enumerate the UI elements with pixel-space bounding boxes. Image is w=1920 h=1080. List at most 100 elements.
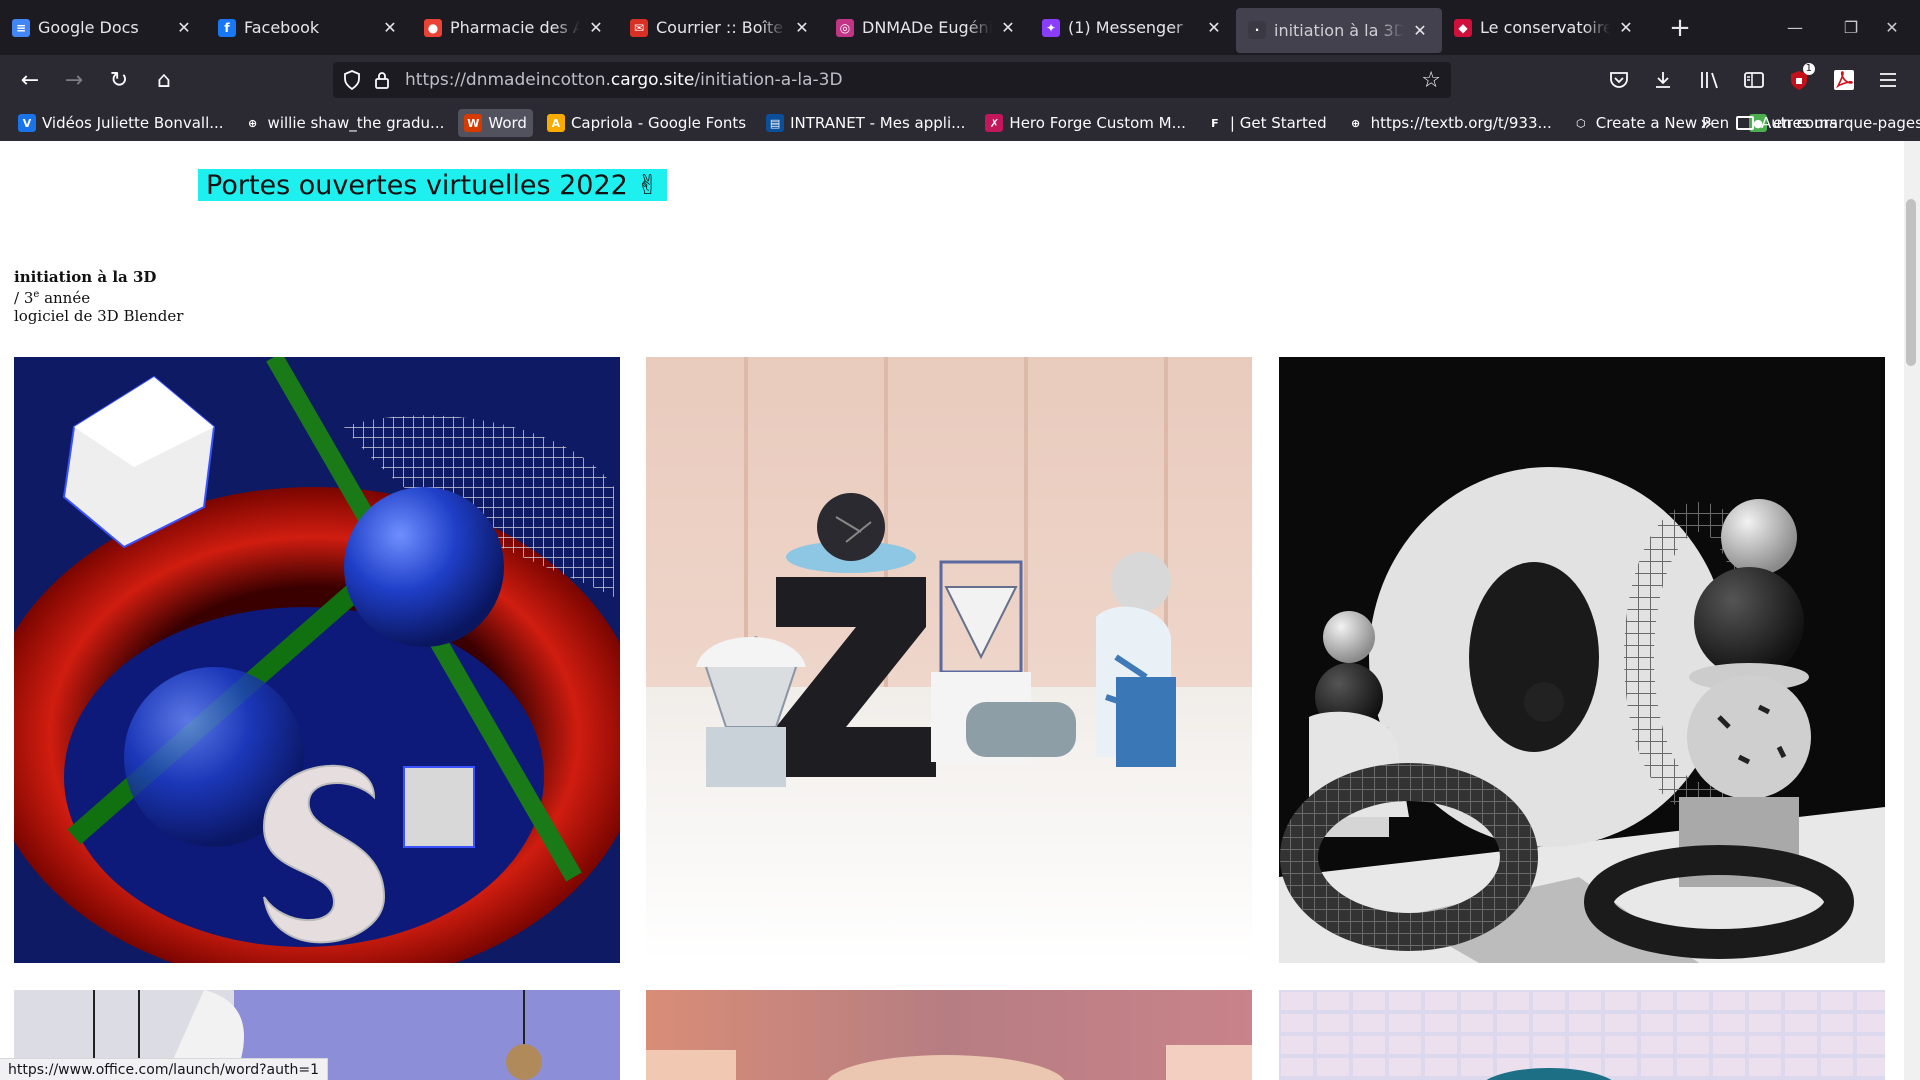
- bookmark-1[interactable]: V Vidéos Juliette Bonvall...: [12, 109, 230, 137]
- gallery-image-5[interactable]: [646, 990, 1252, 1080]
- tab-8[interactable]: ◆ Le conservatoire à Montreuil ✕: [1442, 0, 1648, 55]
- project-software: logiciel de 3D Blender: [14, 307, 184, 325]
- f-letter-icon: F: [1211, 116, 1219, 130]
- conservatoire-icon: ◆: [1454, 18, 1472, 37]
- tab-label: initiation à la 3D - dnmade: [1274, 20, 1404, 40]
- hero-forge-icon: ✗: [985, 114, 1004, 132]
- globe-icon: ⊕: [1351, 116, 1361, 130]
- tab-5[interactable]: ◎ DNMADe Eugénie Cotton ✕: [824, 0, 1030, 55]
- gallery-image-letter-z[interactable]: [646, 357, 1252, 963]
- gallery-image-letter-o[interactable]: [1279, 357, 1885, 963]
- office-icon: W: [464, 114, 483, 132]
- project-info: initiation à la 3D / 3e année logiciel d…: [14, 268, 183, 325]
- page-banner[interactable]: Portes ouvertes virtuelles 2022 ✌: [198, 169, 668, 201]
- project-year-suffix: année: [39, 289, 91, 307]
- link-status-bar: https://www.office.com/launch/word?auth=…: [0, 1058, 328, 1080]
- google-fonts-icon: A: [546, 114, 565, 132]
- cargo-icon: ·: [1248, 21, 1266, 39]
- browser-window: ≡ Google Docs ✕ f Facebook ✕ ● Pharmacie des Ar…: [0, 0, 1920, 1080]
- status-url: https://www.office.com/launch/word?auth=…: [8, 1061, 319, 1078]
- url-prefix: https://dnmadeincotton.: [405, 70, 611, 90]
- tab-4[interactable]: ✉ Courrier :: Boîte de réception ✕: [618, 0, 824, 55]
- tab-strip: ≡ Google Docs ✕ f Facebook ✕ ● Pharmacie des Ar…: [0, 0, 1920, 55]
- gallery-image-6[interactable]: [1279, 990, 1885, 1080]
- tab-close-icon[interactable]: ✕: [1204, 18, 1224, 37]
- bookmark-6[interactable]: ✗ Hero Forge Custom M...: [979, 109, 1191, 137]
- other-bookmarks-label: Autres marque-pages: [1761, 114, 1920, 132]
- bookmarks-overflow-chevron-icon[interactable]: »: [1700, 105, 1712, 141]
- tab-7[interactable]: · initiation à la 3D - dnmade ✕: [1236, 7, 1442, 53]
- bookmark-8[interactable]: ⊕ https://textb.org/t/933...: [1341, 109, 1558, 137]
- instagram-icon: ◎: [836, 18, 854, 37]
- folder-icon: [1736, 116, 1754, 130]
- tab-6[interactable]: ✦ (1) Messenger ✕: [1030, 0, 1236, 55]
- tab-label: Courrier :: Boîte de réception: [656, 18, 786, 37]
- home-button[interactable]: ⌂: [146, 62, 182, 98]
- bookmark-label: | Get Started: [1229, 114, 1327, 132]
- forward-button[interactable]: →: [56, 62, 92, 98]
- back-button[interactable]: ←: [12, 62, 48, 98]
- address-bar[interactable]: https://dnmadeincotton.cargo.site/initia…: [333, 62, 1451, 98]
- tab-close-icon[interactable]: ✕: [998, 18, 1018, 37]
- tab-close-icon[interactable]: ✕: [586, 18, 606, 37]
- facebook-icon: f: [218, 18, 236, 37]
- bookmark-3[interactable]: W Word: [458, 109, 533, 137]
- pdf-extension-icon[interactable]: [1826, 62, 1862, 98]
- bookmarks-toolbar: V Vidéos Juliette Bonvall... ⊕ willie shaw_…: [0, 105, 1920, 141]
- reload-button[interactable]: ↻: [101, 62, 137, 98]
- bookmark-7[interactable]: F | Get Started: [1200, 109, 1333, 137]
- bookmark-5[interactable]: ▤ INTRANET - Mes appli...: [760, 109, 971, 137]
- url-text[interactable]: https://dnmadeincotton.cargo.site/initia…: [405, 70, 843, 90]
- other-bookmarks-folder[interactable]: Autres marque-pages: [1736, 105, 1920, 141]
- video-icon: V: [18, 114, 36, 132]
- url-host: cargo.site: [610, 70, 695, 90]
- tab-2[interactable]: f Facebook ✕: [206, 0, 412, 55]
- tab-close-icon[interactable]: ✕: [1616, 18, 1636, 37]
- menu-hamburger-icon[interactable]: [1870, 62, 1906, 98]
- scrollbar-thumb[interactable]: [1906, 199, 1916, 366]
- library-icon[interactable]: [1692, 62, 1728, 98]
- bookmark-label: willie shaw_the gradu...: [267, 114, 445, 132]
- tab-label: (1) Messenger: [1068, 18, 1183, 37]
- gallery-image-letter-s[interactable]: [14, 357, 620, 963]
- bookmark-2[interactable]: ⊕ willie shaw_the gradu...: [238, 109, 451, 137]
- tab-label: Le conservatoire à Montreuil: [1480, 18, 1610, 37]
- tab-label: Pharmacie des Arcades: [450, 18, 580, 37]
- tab-close-icon[interactable]: ✕: [792, 18, 812, 37]
- messenger-icon: ✦: [1042, 18, 1060, 37]
- new-tab-plus-icon[interactable]: +: [1660, 0, 1700, 55]
- globe-icon: ⊕: [247, 116, 258, 130]
- ublock-badge: 1: [1802, 63, 1815, 75]
- bookmark-label: Vidéos Juliette Bonvall...: [42, 114, 224, 132]
- page-content: Portes ouvertes virtuelles 2022 ✌ initia…: [0, 141, 1904, 1080]
- mail-icon: ✉: [630, 18, 648, 37]
- tab-3[interactable]: ● Pharmacie des Arcades ✕: [412, 0, 618, 55]
- tracking-protection-shield-icon[interactable]: [337, 62, 367, 98]
- project-year-prefix: / 3: [14, 289, 34, 307]
- sidebar-icon[interactable]: [1736, 62, 1772, 98]
- pocket-icon[interactable]: [1601, 62, 1637, 98]
- tab-label: Facebook: [244, 18, 320, 37]
- bookmark-label: Capriola - Google Fonts: [570, 114, 747, 132]
- tab-1[interactable]: ≡ Google Docs ✕: [0, 0, 206, 55]
- project-title: initiation à la 3D: [14, 268, 157, 286]
- google-docs-icon: ≡: [12, 18, 30, 37]
- ublock-extension-icon[interactable]: 1: [1781, 62, 1817, 98]
- minimize-window-icon[interactable]: —: [1767, 0, 1823, 55]
- codepen-icon: ⬡: [1575, 116, 1586, 130]
- tab-close-icon[interactable]: ✕: [174, 18, 194, 37]
- bookmark-4[interactable]: A Capriola - Google Fonts: [541, 109, 752, 137]
- close-window-icon[interactable]: ✕: [1864, 0, 1920, 55]
- bookmark-star-icon[interactable]: ☆: [1421, 62, 1441, 98]
- navigation-toolbar: ← → ↻ ⌂ https://dnmadeincotton.cargo.sit…: [0, 55, 1920, 105]
- tab-label: Google Docs: [38, 18, 139, 37]
- downloads-icon[interactable]: [1645, 62, 1681, 98]
- lock-icon[interactable]: [367, 62, 397, 98]
- bookmark-label: INTRANET - Mes appli...: [790, 114, 966, 132]
- bookmark-label: Word: [488, 114, 527, 132]
- tab-close-icon[interactable]: ✕: [1410, 21, 1430, 40]
- bookmark-label: https://textb.org/t/933...: [1370, 114, 1552, 132]
- url-path: /initiation-a-la-3D: [694, 70, 843, 90]
- tab-close-icon[interactable]: ✕: [380, 18, 400, 37]
- project-year: / 3e année: [14, 286, 183, 307]
